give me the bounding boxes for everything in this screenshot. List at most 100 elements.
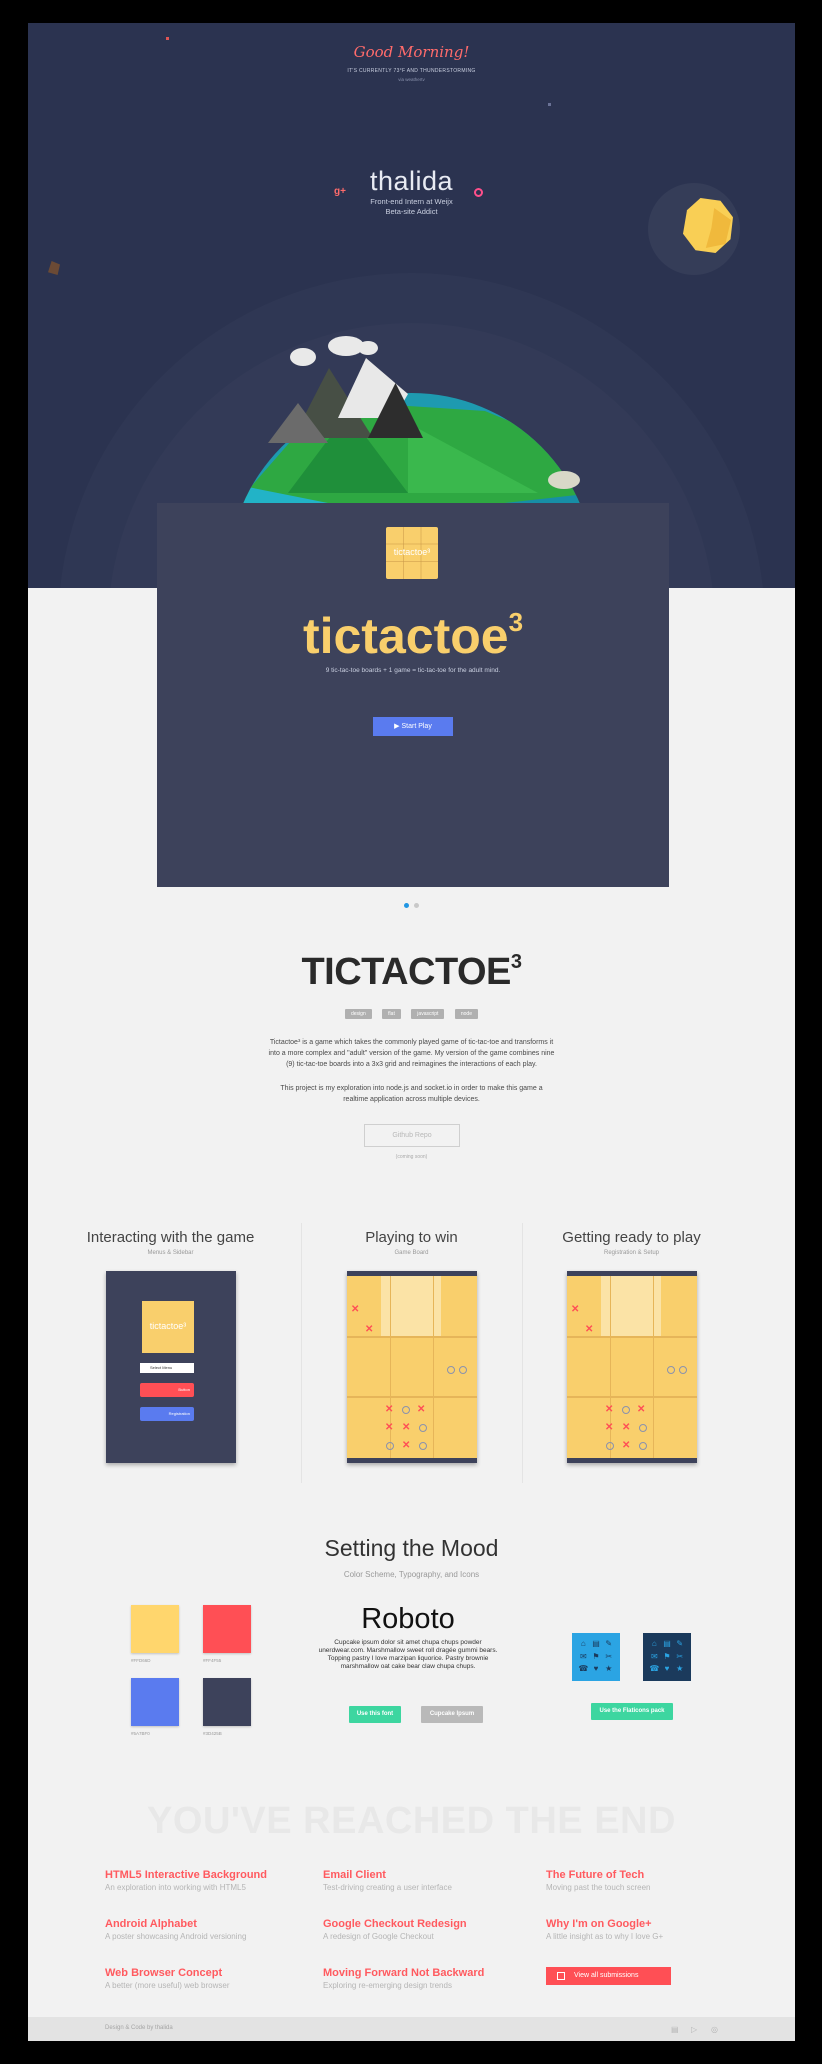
x-mark: ✕ — [417, 1404, 426, 1415]
link-description: Moving past the touch screen — [546, 1883, 651, 1892]
x-mark: ✕ — [365, 1324, 374, 1335]
asteroid-icon — [48, 261, 60, 275]
link-title[interactable]: Web Browser Concept — [105, 1967, 305, 1979]
mini-red-button: Button — [140, 1383, 194, 1397]
x-mark: ✕ — [622, 1440, 631, 1451]
o-mark — [622, 1406, 630, 1414]
x-mark: ✕ — [605, 1404, 614, 1415]
x-mark: ✕ — [385, 1422, 394, 1433]
link-google-checkout[interactable]: Google Checkout Redesign A redesign of G… — [323, 1918, 523, 1941]
icon-pack-preview-dark: ⌂ ▤ ✎ ✉ ⚑ ✂ ☎ ♥ ★ — [643, 1633, 691, 1681]
icon-pack-preview-light: ⌂ ▤ ✎ ✉ ⚑ ✂ ☎ ♥ ★ — [572, 1633, 620, 1681]
color-swatch-yellow — [131, 1605, 179, 1653]
page: Good Morning! IT'S CURRENTLY 73°F AND TH… — [28, 23, 795, 2041]
link-title[interactable]: Moving Forward Not Backward — [323, 1967, 523, 1979]
start-play-button[interactable]: ▶ Start Play — [373, 717, 453, 736]
x-mark: ✕ — [637, 1404, 646, 1415]
carousel-dot-active[interactable] — [404, 903, 409, 908]
link-description: A little insight as to why I love G+ — [546, 1932, 664, 1941]
link-title[interactable]: Google Checkout Redesign — [323, 1918, 523, 1930]
tag[interactable]: node — [454, 1009, 478, 1019]
font-sample: Cupcake ipsum dolor sit amet chupa chups… — [318, 1639, 498, 1670]
link-description: Exploring re-emerging design trends — [323, 1981, 452, 1990]
tag[interactable]: design — [344, 1009, 372, 1019]
tag[interactable]: javascript — [411, 1009, 445, 1019]
o-mark — [419, 1424, 427, 1432]
color-swatch-red — [203, 1605, 251, 1653]
google-plus-icon[interactable]: g+ — [334, 186, 346, 197]
link-android-alphabet[interactable]: Android Alphabet A poster showcasing And… — [105, 1918, 305, 1941]
link-description: Test-driving creating a user interface — [323, 1883, 452, 1892]
link-future-of-tech[interactable]: The Future of Tech Moving past the touch… — [546, 1869, 746, 1892]
x-mark: ✕ — [351, 1304, 360, 1315]
use-flaticons-button[interactable]: Use the Flaticons pack — [591, 1703, 673, 1720]
screenshot-setup[interactable]: ✕ ✕ ✕ ✕ ✕ ✕ ✕ — [567, 1271, 697, 1463]
dribbble-icon[interactable]: ◎ — [711, 2025, 718, 2034]
coming-soon-note: (coming soon) — [395, 1154, 428, 1160]
grid-icon — [557, 1972, 565, 1980]
link-email-client[interactable]: Email Client Test-driving creating a use… — [323, 1869, 523, 1892]
link-title[interactable]: Android Alphabet — [105, 1918, 305, 1930]
use-font-button[interactable]: Use this font — [349, 1706, 401, 1723]
screen-title: Playing to win — [365, 1229, 458, 1246]
link-description: A better (more useful) web browser — [105, 1981, 230, 1990]
color-swatch-navy — [203, 1678, 251, 1726]
mini-blue-button: Registration — [140, 1407, 194, 1421]
screen-column-setup: Getting ready to play Registration & Set… — [504, 1223, 759, 1493]
x-mark: ✕ — [585, 1324, 594, 1335]
dribbble-icon[interactable] — [474, 188, 483, 197]
board-grid — [567, 1276, 697, 1458]
o-mark — [679, 1366, 687, 1374]
screen-subtitle: Menus & Sidebar — [147, 1250, 194, 1256]
cloud — [290, 348, 316, 366]
tictactoe-logo-label: tictactoe³ — [393, 547, 431, 557]
cloud — [548, 471, 580, 489]
play-icon[interactable]: ▷ — [691, 2025, 697, 2034]
screenshot-game-board[interactable]: ✕ ✕ ✕ ✕ ✕ ✕ ✕ — [347, 1271, 477, 1463]
link-description: An exploration into working with HTML5 — [105, 1883, 246, 1892]
mini-logo: tictactoe³ — [142, 1301, 194, 1353]
weather-source: via weathertv — [398, 77, 425, 82]
project-card-title: tictactoe3 — [302, 607, 524, 664]
document-icon[interactable]: ▤ — [671, 2025, 679, 2034]
link-title[interactable]: The Future of Tech — [546, 1869, 746, 1881]
star — [548, 103, 551, 106]
x-mark: ✕ — [385, 1404, 394, 1415]
weather-status: IT'S CURRENTLY 73°F AND THUNDERSTORMING — [347, 68, 476, 74]
mini-select-menu: Select Menu — [140, 1363, 194, 1373]
o-mark — [447, 1366, 455, 1374]
project-title: TICTACTOE3 — [301, 951, 522, 993]
o-mark — [459, 1366, 467, 1374]
screen-column-menus: Interacting with the game Menus & Sideba… — [43, 1223, 298, 1493]
link-title[interactable]: Why I'm on Google+ — [546, 1918, 746, 1930]
screen-column-board: Playing to win Game Board ✕ ✕ ✕ ✕ ✕ ✕ ✕ — [284, 1223, 539, 1493]
color-label: #3D425B — [203, 1731, 222, 1736]
footer-credit: Design & Code by thalida — [105, 2025, 173, 2031]
link-moving-forward[interactable]: Moving Forward Not Backward Exploring re… — [323, 1967, 523, 1990]
project-description-2: This project is my exploration into node… — [280, 1085, 543, 1103]
x-mark: ✕ — [605, 1422, 614, 1433]
color-label: #FFD66D — [131, 1658, 151, 1663]
o-mark — [639, 1442, 647, 1450]
tictactoe-logo: tictactoe³ — [386, 527, 438, 579]
link-description: A poster showcasing Android versioning — [105, 1932, 247, 1941]
color-label: #5A7BF0 — [131, 1731, 150, 1736]
link-web-browser[interactable]: Web Browser Concept A better (more usefu… — [105, 1967, 305, 1990]
o-mark — [639, 1424, 647, 1432]
o-mark — [419, 1442, 427, 1450]
cupcake-ipsum-button[interactable]: Cupcake Ipsum — [421, 1706, 483, 1723]
github-repo-button[interactable]: Github Repo — [364, 1124, 460, 1147]
tag-list: design flat javascript node — [28, 1002, 795, 1020]
o-mark — [667, 1366, 675, 1374]
x-mark: ✕ — [402, 1422, 411, 1433]
screenshot-menus[interactable]: tictactoe³ Select Menu Button Registrati… — [106, 1271, 236, 1463]
tag[interactable]: flat — [382, 1009, 401, 1019]
mood-subtitle: Color Scheme, Typography, and Icons — [343, 1570, 480, 1579]
view-all-submissions-button[interactable]: View all submissions — [546, 1967, 671, 1985]
link-html5-background[interactable]: HTML5 Interactive Background An explorat… — [105, 1869, 305, 1892]
carousel-dot[interactable] — [414, 903, 419, 908]
link-google-plus[interactable]: Why I'm on Google+ A little insight as t… — [546, 1918, 746, 1941]
link-title[interactable]: HTML5 Interactive Background — [105, 1869, 305, 1881]
link-title[interactable]: Email Client — [323, 1869, 523, 1881]
x-mark: ✕ — [622, 1422, 631, 1433]
